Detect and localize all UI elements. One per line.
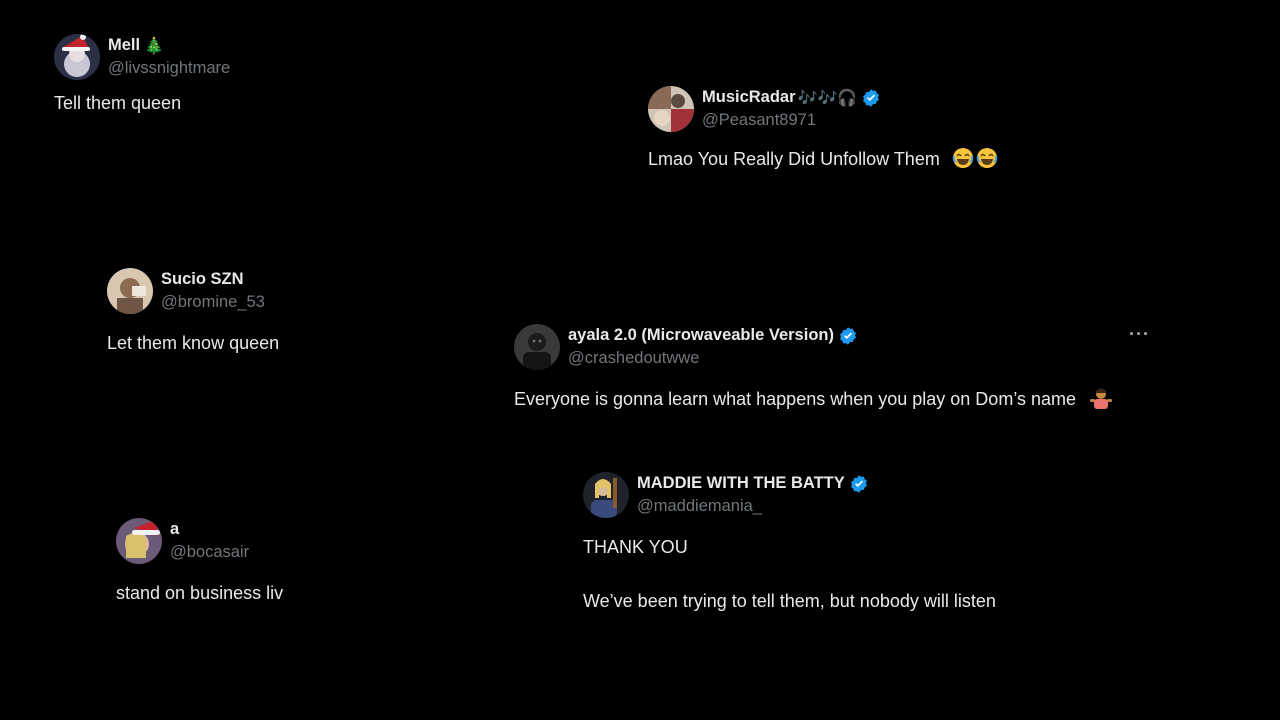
verified-badge-icon <box>850 474 867 493</box>
tweet-text: Let them know queen <box>107 333 280 353</box>
verified-badge-icon <box>840 326 856 345</box>
avatar[interactable] <box>116 518 162 564</box>
display-name[interactable]: a <box>170 519 179 540</box>
tweet-musicradar: MusicRadar 🎶🎶🎧 @Peasant8971 Lmao You Rea… <box>648 86 998 173</box>
display-name[interactable]: Sucio SZN <box>161 269 244 290</box>
tweet-text: THANK YOU We’ve been trying to tell them… <box>583 534 996 615</box>
avatar[interactable] <box>583 472 629 518</box>
tweet-sucio-szn: Sucio SZN @bromine_53 Let them know quee… <box>107 268 279 357</box>
user-handle[interactable]: @livssnightmare <box>108 58 230 79</box>
display-name[interactable]: MusicRadar <box>702 87 796 108</box>
shrug-emoji-icon <box>1090 388 1113 409</box>
display-name[interactable]: MADDIE WITH THE BATTY <box>637 473 845 494</box>
display-name[interactable]: ayala 2.0 (Microwaveable Version) <box>568 325 834 346</box>
laughing-emoji-icon <box>952 148 974 168</box>
tweet-text: Everyone is gonna learn what happens whe… <box>514 386 1154 413</box>
avatar[interactable] <box>54 34 100 80</box>
tweet-a: a @bocasair stand on business liv <box>116 518 283 607</box>
tweet-text-content: Everyone is gonna learn what happens whe… <box>514 389 1077 409</box>
tweet-text: stand on business liv <box>116 583 284 603</box>
tweet-maddie: MADDIE WITH THE BATTY @maddiemania_ THAN… <box>583 472 996 615</box>
verified-badge-icon <box>863 88 880 107</box>
tweet-text-line: THANK YOU <box>583 537 688 557</box>
user-handle[interactable]: @bromine_53 <box>161 292 265 313</box>
tweet-text-line: We’ve been trying to tell them, but nobo… <box>583 591 996 611</box>
music-notes-headphones-icon: 🎶🎶🎧 <box>797 87 858 107</box>
more-options-icon[interactable]: ··· <box>1129 324 1150 345</box>
user-handle[interactable]: @maddiemania_ <box>637 496 869 517</box>
laughing-emoji-icon <box>976 148 998 168</box>
tweet-text: Tell them queen <box>54 93 182 113</box>
christmas-tree-icon: 🎄 <box>144 35 165 55</box>
tweet-ayala: ayala 2.0 (Microwaveable Version) @crash… <box>514 324 1154 413</box>
avatar[interactable] <box>514 324 560 370</box>
avatar[interactable] <box>648 86 694 132</box>
user-handle[interactable]: @crashedoutwwe <box>568 348 858 369</box>
tweet-mell: Mell 🎄 @livssnightmare Tell them queen <box>54 34 230 117</box>
tweet-text: Lmao You Really Did Unfollow Them 😂😂 <box>648 146 998 173</box>
user-handle[interactable]: @Peasant8971 <box>702 110 881 131</box>
display-name[interactable]: Mell <box>108 35 140 56</box>
tweet-text-content: Lmao You Really Did Unfollow Them <box>648 149 940 169</box>
user-handle[interactable]: @bocasair <box>170 542 249 563</box>
avatar[interactable] <box>107 268 153 314</box>
